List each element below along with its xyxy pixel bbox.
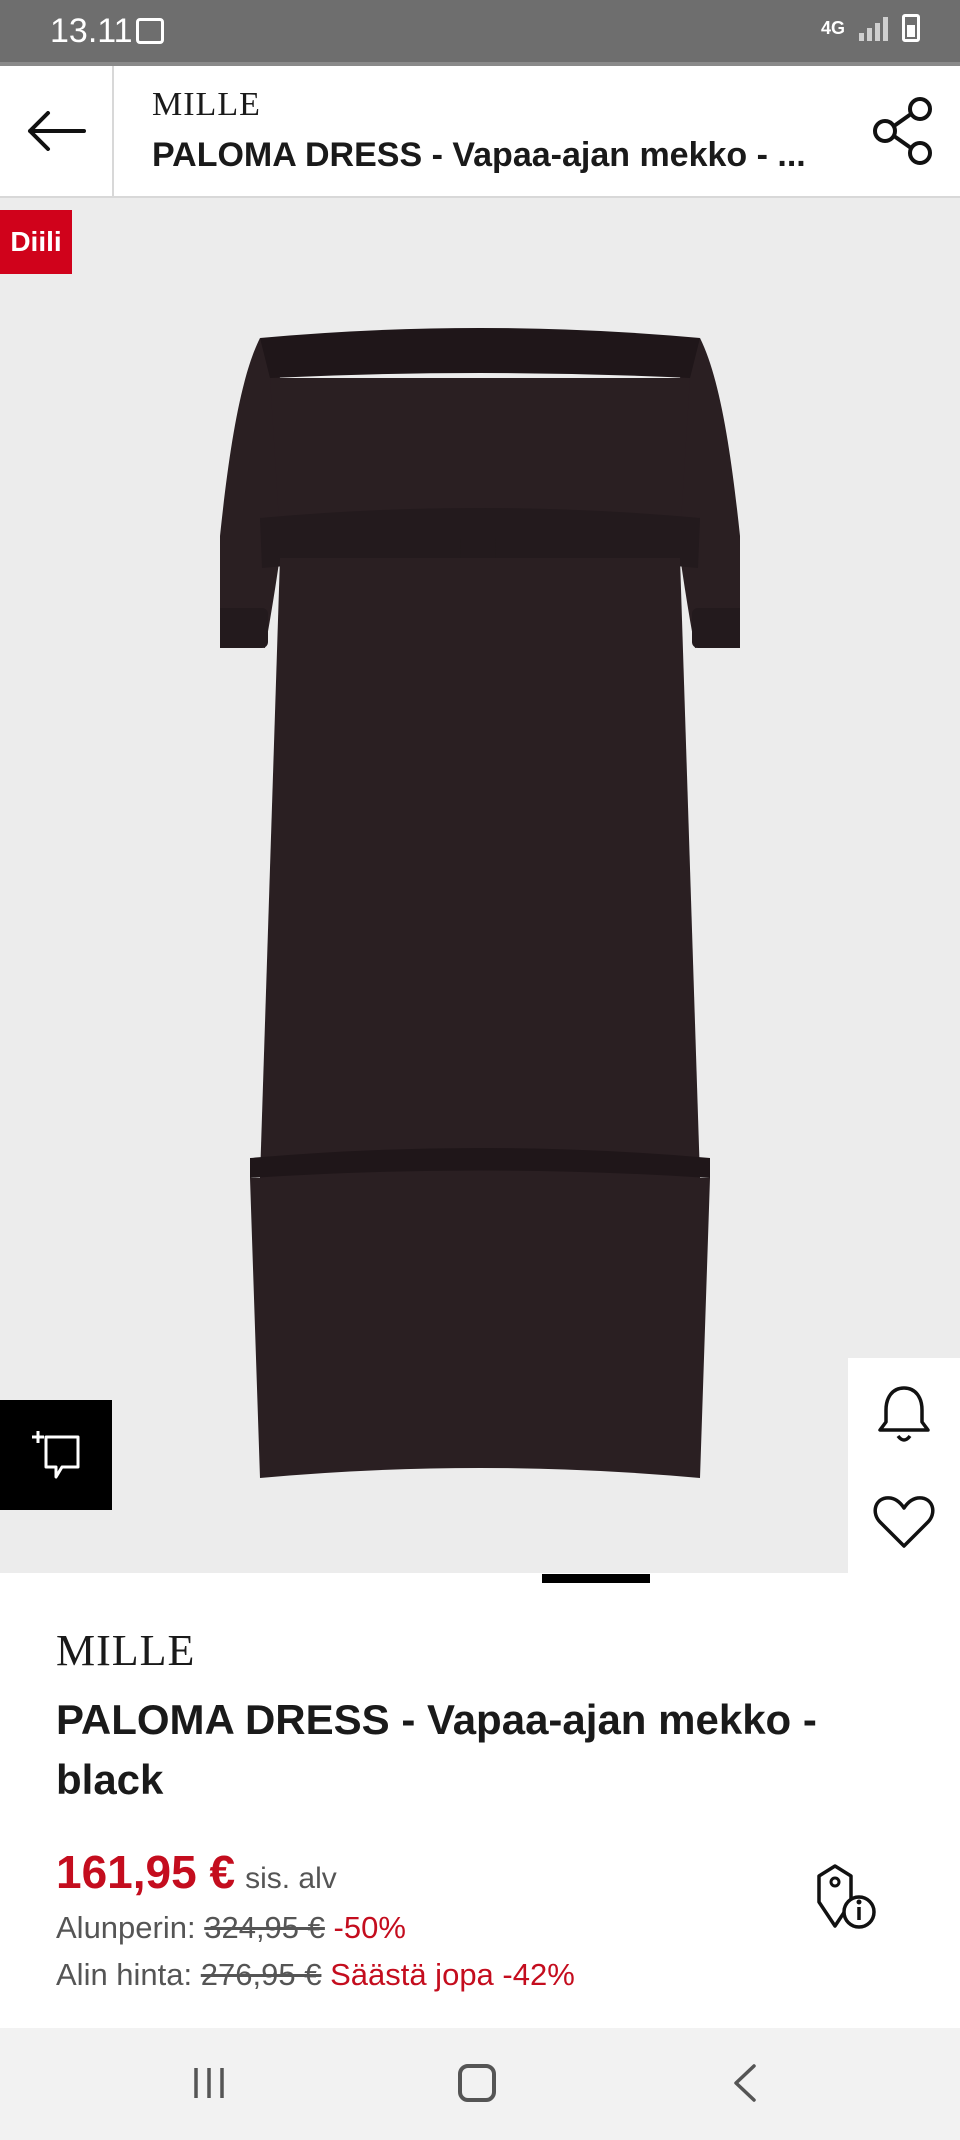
- current-price: 161,95 €: [56, 1846, 236, 1898]
- status-indicators: 4G: [821, 14, 920, 42]
- ar-camera-icon: [32, 1431, 80, 1479]
- battery-icon: [902, 14, 920, 42]
- deal-badge: Diili: [0, 210, 72, 274]
- original-price-label: Alunperin:: [56, 1910, 196, 1945]
- back-button[interactable]: [0, 66, 114, 196]
- original-discount: -50%: [333, 1910, 406, 1945]
- recent-apps-icon[interactable]: [190, 2064, 228, 2102]
- product-image-carousel[interactable]: Diili: [0, 198, 960, 1573]
- product-image: [220, 328, 740, 1478]
- carousel-indicator: [542, 1574, 650, 1583]
- carousel-track: [650, 1574, 765, 1583]
- share-button[interactable]: [870, 96, 940, 166]
- lowest-saving: Säästä jopa -42%: [330, 1957, 575, 1992]
- vat-note: sis. alv: [245, 1862, 337, 1895]
- signal-icon: [859, 15, 888, 41]
- header-brand: MILLE: [152, 86, 261, 123]
- system-navigation-bar: [0, 2028, 960, 2140]
- heart-icon: [873, 1496, 935, 1548]
- lowest-price-row: Alin hinta: 276,95 € Säästä jopa -42%: [56, 1957, 575, 1993]
- arrow-left-icon: [28, 111, 86, 151]
- product-name: PALOMA DRESS - Vapaa-ajan mekko - black: [56, 1696, 817, 1803]
- price-info-button[interactable]: [815, 1862, 881, 1932]
- home-icon[interactable]: [458, 2064, 496, 2102]
- price-row: 161,95 € sis. alv: [56, 1845, 337, 1899]
- original-price-row: Alunperin: 324,95 € -50%: [56, 1910, 406, 1946]
- share-icon: [873, 97, 932, 165]
- lowest-price-label: Alin hinta:: [56, 1957, 193, 1992]
- product-brand[interactable]: MILLE: [56, 1625, 195, 1676]
- lowest-price-value: 276,95 €: [200, 1957, 322, 1992]
- bell-icon: [878, 1386, 930, 1442]
- price-tag-info-icon: [817, 1864, 876, 1929]
- nav-back-icon[interactable]: [730, 2062, 760, 2104]
- status-bar: 13.11 4G: [0, 0, 960, 62]
- original-price-value: 324,95 €: [204, 1910, 325, 1945]
- status-time: 13.11: [50, 12, 133, 50]
- notify-button[interactable]: [870, 1380, 938, 1448]
- side-action-panel: [848, 1358, 960, 1573]
- top-app-bar: MILLE PALOMA DRESS - Vapaa-ajan mekko - …: [0, 66, 960, 198]
- wishlist-button[interactable]: [870, 1488, 938, 1556]
- ar-try-on-button[interactable]: [0, 1400, 112, 1510]
- gallery-icon: [136, 18, 164, 44]
- header-title: PALOMA DRESS - Vapaa-ajan mekko - ...: [152, 136, 806, 174]
- network-type: 4G: [820, 18, 845, 38]
